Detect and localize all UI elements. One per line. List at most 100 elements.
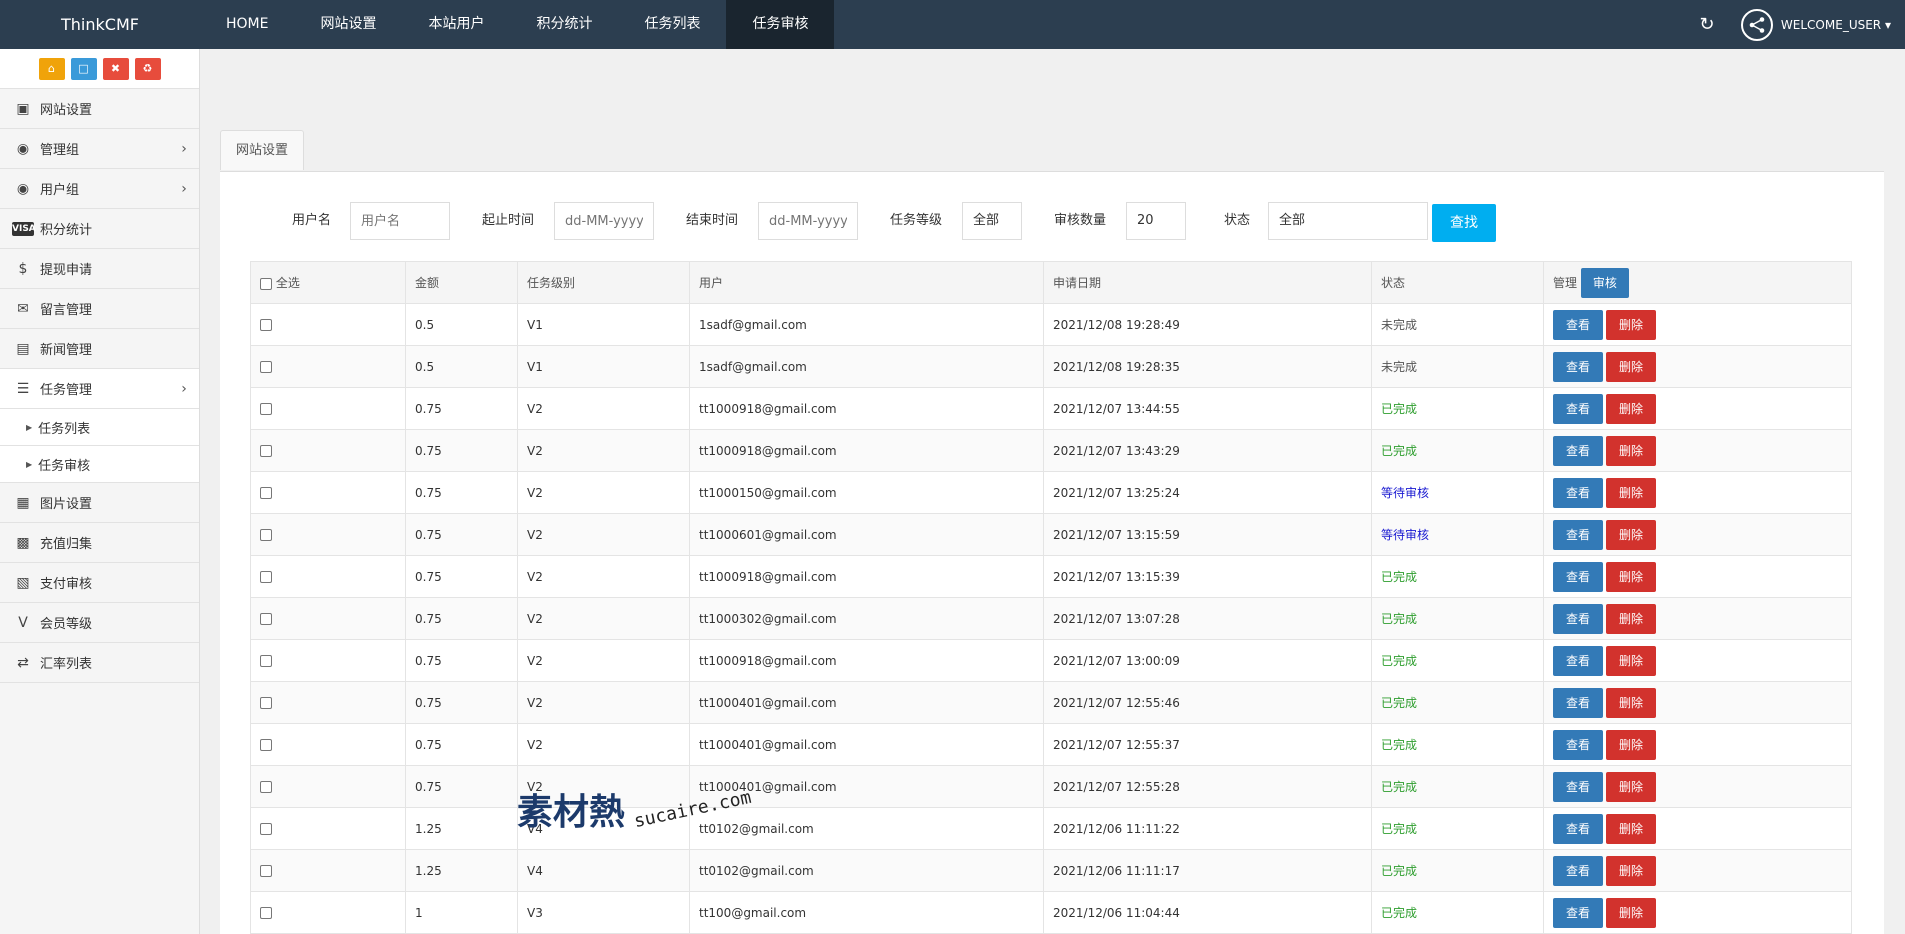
view-button[interactable]: 查看 [1553, 561, 1604, 592]
row-checkbox[interactable] [260, 319, 272, 331]
nav-points-stats[interactable]: 积分统计 [510, 0, 618, 49]
sidebar-item-site-settings[interactable]: ▣ 网站设置 [0, 89, 199, 129]
actions-cell: 查看 删除 [1543, 471, 1852, 514]
select-all-checkbox[interactable] [260, 277, 272, 290]
sidebar-subitem-task-review[interactable]: ▶ 任务审核 [0, 446, 199, 483]
row-checkbox[interactable] [260, 781, 272, 793]
date-cell: 2021/12/07 13:15:59 [1043, 513, 1372, 556]
view-button[interactable]: 查看 [1553, 351, 1604, 382]
row-checkbox[interactable] [260, 613, 272, 625]
sidebar-item-task-management[interactable]: ☰ 任务管理 › [0, 369, 199, 409]
view-button[interactable]: 查看 [1553, 603, 1604, 634]
delete-button[interactable]: 删除 [1606, 645, 1657, 676]
delete-button[interactable]: 删除 [1606, 897, 1657, 928]
sidebar-item-user-group[interactable]: ◉ 用户组 › [0, 169, 199, 209]
nav-site-settings[interactable]: 网站设置 [294, 0, 402, 49]
select-cell [250, 429, 406, 472]
delete-button[interactable]: 删除 [1606, 435, 1657, 466]
end-date-input[interactable] [758, 202, 858, 240]
row-checkbox[interactable] [260, 655, 272, 667]
brand-logo[interactable]: ThinkCMF [0, 15, 200, 34]
nav-site-users[interactable]: 本站用户 [402, 0, 510, 49]
view-button[interactable]: 查看 [1553, 435, 1604, 466]
row-checkbox[interactable] [260, 865, 272, 877]
start-date-input[interactable] [554, 202, 654, 240]
view-button[interactable]: 查看 [1553, 309, 1604, 340]
sidebar-item-label: 提现申请 [40, 263, 93, 278]
review-count-input[interactable]: 20 [1126, 202, 1186, 240]
delete-button[interactable]: 删除 [1606, 771, 1657, 802]
watermark-logo: 素材熱 [517, 791, 626, 833]
delete-button[interactable]: 删除 [1606, 309, 1657, 340]
row-checkbox[interactable] [260, 571, 272, 583]
view-button[interactable]: 查看 [1553, 729, 1604, 760]
nav-home[interactable]: HOME [200, 0, 294, 49]
level-cell: V2 [517, 597, 690, 640]
row-checkbox[interactable] [260, 697, 272, 709]
nav-task-review[interactable]: 任务审核 [726, 0, 835, 49]
view-button[interactable]: 查看 [1553, 393, 1604, 424]
view-button[interactable]: 查看 [1553, 477, 1604, 508]
task-level-select[interactable]: 全部 [962, 202, 1022, 240]
date-cell: 2021/12/07 13:07:28 [1043, 597, 1372, 640]
row-checkbox[interactable] [260, 445, 272, 457]
sidebar-item-points-stats[interactable]: VISA 积分统计 [0, 209, 199, 249]
share-glyph [1749, 16, 1765, 33]
select-cell [250, 639, 406, 682]
review-button[interactable]: 审核 [1580, 267, 1629, 298]
username-input[interactable] [350, 202, 450, 240]
status-select[interactable]: 全部 [1268, 202, 1428, 240]
row-checkbox[interactable] [260, 403, 272, 415]
user-menu[interactable]: WELCOME_USER ▾ [1781, 18, 1891, 32]
row-checkbox[interactable] [260, 487, 272, 499]
sidebar-item-image-settings[interactable]: ▦ 图片设置 [0, 483, 199, 523]
sidebar-item-exchange-rates[interactable]: ⇄ 汇率列表 [0, 643, 199, 683]
sidebar-item-payment-review[interactable]: ▧ 支付审核 [0, 563, 199, 603]
file-icon[interactable]: □ [70, 57, 97, 80]
delete-button[interactable]: 删除 [1606, 687, 1657, 718]
delete-button[interactable]: 删除 [1606, 603, 1657, 634]
recycle-icon[interactable]: ♻ [134, 57, 161, 80]
row-checkbox[interactable] [260, 823, 272, 835]
sidebar-item-admin-group[interactable]: ◉ 管理组 › [0, 129, 199, 169]
sidebar-item-recharge[interactable]: ▩ 充值归集 [0, 523, 199, 563]
sidebar-item-withdraw[interactable]: $ 提现申请 [0, 249, 199, 289]
view-button[interactable]: 查看 [1553, 645, 1604, 676]
sidebar-subitem-task-list[interactable]: ▶ 任务列表 [0, 409, 199, 446]
view-button[interactable]: 查看 [1553, 687, 1604, 718]
trash-icon[interactable]: ✖ [102, 57, 129, 80]
tab-site-settings[interactable]: 网站设置 [220, 130, 305, 170]
view-button[interactable]: 查看 [1553, 519, 1604, 550]
refresh-icon[interactable]: ↻ [1687, 14, 1727, 35]
delete-button[interactable]: 删除 [1606, 519, 1657, 550]
newspaper-icon: ▤ [16, 340, 30, 357]
status-label: 状态 [1224, 213, 1251, 228]
search-button[interactable]: 查找 [1432, 204, 1496, 242]
home-icon[interactable]: ⌂ [38, 57, 65, 80]
row-checkbox[interactable] [260, 529, 272, 541]
sidebar-item-member-level[interactable]: V 会员等级 [0, 603, 199, 643]
row-checkbox[interactable] [260, 739, 272, 751]
view-button[interactable]: 查看 [1553, 813, 1604, 844]
id-card-icon: ▧ [16, 574, 30, 591]
delete-button[interactable]: 删除 [1606, 561, 1657, 592]
delete-button[interactable]: 删除 [1606, 351, 1657, 382]
share-icon[interactable] [1740, 8, 1773, 41]
row-checkbox[interactable] [260, 907, 272, 919]
delete-button[interactable]: 删除 [1606, 855, 1657, 886]
delete-button[interactable]: 删除 [1606, 477, 1657, 508]
amount-cell: 1.25 [405, 807, 518, 850]
amount-cell: 1.25 [405, 849, 518, 892]
sidebar-item-messages[interactable]: ✉ 留言管理 [0, 289, 199, 329]
level-cell: V2 [517, 471, 690, 514]
actions-cell: 查看 删除 [1543, 429, 1852, 472]
row-checkbox[interactable] [260, 361, 272, 373]
nav-task-list[interactable]: 任务列表 [618, 0, 726, 49]
sidebar-item-news[interactable]: ▤ 新闻管理 [0, 329, 199, 369]
view-button[interactable]: 查看 [1553, 771, 1604, 802]
delete-button[interactable]: 删除 [1606, 393, 1657, 424]
delete-button[interactable]: 删除 [1606, 729, 1657, 760]
delete-button[interactable]: 删除 [1606, 813, 1657, 844]
view-button[interactable]: 查看 [1553, 897, 1604, 928]
view-button[interactable]: 查看 [1553, 855, 1604, 886]
